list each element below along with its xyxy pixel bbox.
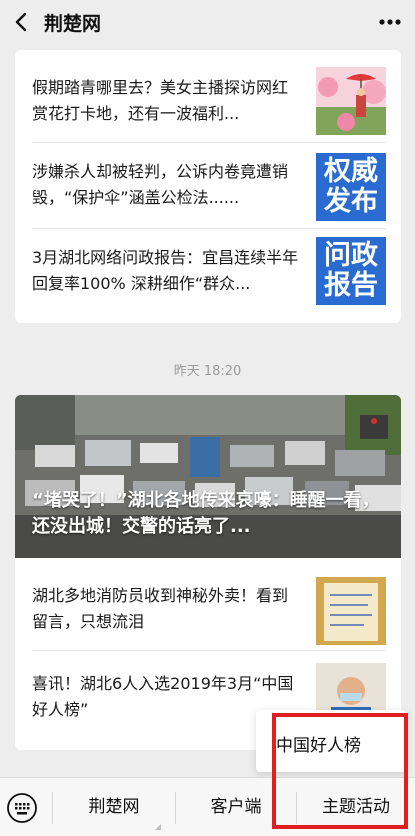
thumb-text-line: 发布 <box>324 186 378 217</box>
thumb-text-line: 权威 <box>324 156 378 187</box>
hero-article-title: “堵哭了！”湖北各地传来哀嚎：睡醒一看，还没出城！交警的话亮了... <box>32 490 380 537</box>
submenu-caret-icon <box>155 824 161 830</box>
article-title: 涉嫌杀人却被轻判，公诉内卷竟遭销毁，“保护伞”涵盖公检法...... <box>32 162 289 207</box>
article-title: 湖北多地消防员收到神秘外卖！看到留言，只想流泪 <box>32 586 289 631</box>
flower-photo-thumbnail <box>316 67 386 135</box>
message-timestamp: 昨天 18:20 <box>173 364 242 379</box>
more-dots-icon[interactable] <box>375 9 405 35</box>
report-thumbnail: 问政 报告 <box>316 237 386 305</box>
article-card-group: “堵哭了！”湖北各地传来哀嚎：睡醒一看，还没出城！交警的话亮了... 湖北多地消… <box>15 395 401 750</box>
article-card-group: 假期踏青哪里去？美女主播探访网红赏花打卡地，还有一波福利... 涉嫌杀人却被轻判… <box>15 50 401 323</box>
top-bar: 荆楚网 <box>0 0 415 44</box>
keyboard-icon[interactable] <box>6 792 38 824</box>
article-item[interactable]: 湖北多地消防员收到神秘外卖！看到留言，只想流泪 <box>15 565 401 650</box>
highlight-box <box>272 713 408 829</box>
article-title: 假期踏青哪里去？美女主播探访网红赏花打卡地，还有一波福利... <box>32 78 289 123</box>
article-item[interactable]: 涉嫌杀人却被轻判，公诉内卷竟遭销毁，“保护伞”涵盖公检法...... 权威 发布 <box>15 143 401 228</box>
article-item[interactable]: 3月湖北网络问政报告：宜昌连续半年回复率100% 深耕细作“群众... 问政 报… <box>15 229 401 314</box>
article-title: 3月湖北网络问政报告：宜昌连续半年回复率100% 深耕细作“群众... <box>32 248 299 293</box>
thumb-text-line: 报告 <box>324 270 378 301</box>
page-title: 荆楚网 <box>44 13 102 35</box>
note-photo-thumbnail <box>316 577 386 645</box>
hero-article[interactable]: “堵哭了！”湖北各地传来哀嚎：睡醒一看，还没出城！交警的话亮了... <box>15 395 401 558</box>
article-item[interactable]: 假期踏青哪里去？美女主播探访网红赏花打卡地，还有一波福利... <box>15 57 401 142</box>
authority-release-thumbnail: 权威 发布 <box>316 153 386 221</box>
thumb-text-line: 问政 <box>324 240 378 271</box>
chevron-left-icon[interactable] <box>8 8 36 36</box>
